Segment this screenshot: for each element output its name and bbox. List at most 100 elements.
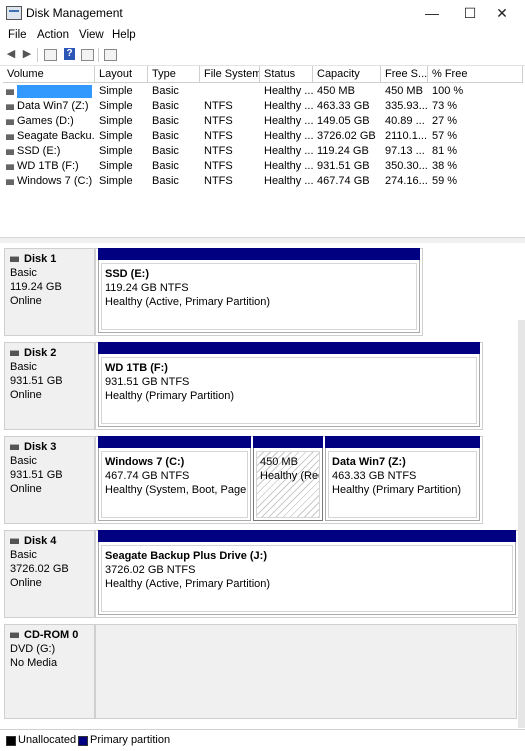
close-button[interactable]: ✕ <box>479 0 525 26</box>
disk-1-info[interactable]: Disk 1 Basic 119.24 GB Online <box>4 248 95 336</box>
volume-name: Games (D:) <box>17 115 74 127</box>
disk-management-app-icon <box>6 6 22 20</box>
menu-view[interactable]: View <box>79 29 104 41</box>
primary-partition-bar <box>98 342 480 354</box>
column-header-capacity[interactable]: Capacity <box>313 66 381 83</box>
volume-layout: Simple <box>99 145 133 157</box>
menu-file[interactable]: File <box>8 29 27 41</box>
partition-title: WD 1TB (F:) <box>105 362 168 374</box>
table-row[interactable]: WD 1TB (F:) Simple Basic NTFS Healthy ..… <box>3 159 525 174</box>
volume-file-system: NTFS <box>204 175 233 187</box>
vertical-scrollbar[interactable] <box>518 320 525 728</box>
volume-percent-free: 38 % <box>432 160 458 172</box>
partition-status: Healthy (Primary Partition) <box>332 484 461 496</box>
table-row[interactable]: Windows 7 (C:) Simple Basic NTFS Healthy… <box>3 174 525 189</box>
disk-4-info[interactable]: Disk 4 Basic 3726.02 GB Online <box>4 530 95 618</box>
disk-graphical-view: Disk 1 Basic 119.24 GB Online SSD (E:) 1… <box>0 243 525 728</box>
table-row[interactable]: SSD (E:) Simple Basic NTFS Healthy ... 1… <box>3 144 525 159</box>
primary-partition-swatch <box>78 736 88 746</box>
volume-file-system: NTFS <box>204 100 233 112</box>
volume-percent-free: 81 % <box>432 145 458 157</box>
partition-seagate-backup[interactable]: Seagate Backup Plus Drive (J:) 3726.02 G… <box>98 530 516 615</box>
volume-status: Healthy ... <box>264 175 313 187</box>
volume-layout: Simple <box>99 85 133 97</box>
table-row[interactable]: Games (D:) Simple Basic NTFS Healthy ...… <box>3 114 525 129</box>
disk-type: Basic <box>10 361 37 373</box>
column-header-percent-free[interactable]: % Free <box>428 66 523 83</box>
properties-icon[interactable] <box>81 49 94 61</box>
disk-name: CD-ROM 0 <box>10 628 89 642</box>
column-header-free-space[interactable]: Free S... <box>381 66 428 83</box>
disk-name-label: Disk 4 <box>24 535 57 547</box>
disk-name-label: CD-ROM 0 <box>24 629 79 641</box>
volume-capacity: 119.24 GB <box>317 145 369 157</box>
column-header-volume[interactable]: Volume <box>3 66 95 83</box>
title-bar: Disk Management — ☐ ✕ <box>0 0 525 26</box>
disk-name: Disk 4 <box>10 534 89 548</box>
disk-2-info[interactable]: Disk 2 Basic 931.51 GB Online <box>4 342 95 430</box>
volume-percent-free: 57 % <box>432 130 458 142</box>
volume-status: Healthy ... <box>264 160 313 172</box>
partition-windows-7[interactable]: Windows 7 (C:) 467.74 GB NTFS Healthy (S… <box>98 436 251 521</box>
column-header-status[interactable]: Status <box>260 66 313 83</box>
volume-file-system: NTFS <box>204 115 233 127</box>
forward-arrow-icon[interactable]: ▶ <box>20 48 34 61</box>
console-tree-icon[interactable] <box>44 49 57 61</box>
primary-partition-bar <box>98 530 516 542</box>
help-icon[interactable]: ? <box>64 48 75 60</box>
volume-layout: Simple <box>99 160 133 172</box>
table-row[interactable]: Simple Basic Healthy ... 450 MB 450 MB 1… <box>3 84 525 99</box>
volume-type: Basic <box>152 175 179 187</box>
show-hide-icon[interactable] <box>104 49 117 61</box>
cdrom-0-info[interactable]: CD-ROM 0 DVD (G:) No Media <box>4 624 95 719</box>
volume-layout: Simple <box>99 115 133 127</box>
volume-capacity: 149.05 GB <box>317 115 370 127</box>
column-header-file-system[interactable]: File System <box>200 66 260 83</box>
cdrom-0-area <box>95 624 517 719</box>
volume-free-space: 274.16... <box>385 175 428 187</box>
menu-bar: File Action View Help <box>0 27 525 45</box>
volume-free-space: 40.89 ... <box>385 115 425 127</box>
volume-status: Healthy ... <box>264 130 313 142</box>
partition-ssd[interactable]: SSD (E:) 119.24 GB NTFS Healthy (Active,… <box>98 248 420 333</box>
legend-bar: Unallocated Primary partition <box>0 729 525 751</box>
volume-layout: Simple <box>99 130 133 142</box>
partition-size: 119.24 GB NTFS <box>105 282 189 294</box>
table-row[interactable]: Data Win7 (Z:) Simple Basic NTFS Healthy… <box>3 99 525 114</box>
partition-status: Healthy (Primary Partition) <box>105 390 234 402</box>
menu-help[interactable]: Help <box>112 29 136 41</box>
disk-name-label: Disk 2 <box>24 347 57 359</box>
volume-layout: Simple <box>99 175 133 187</box>
partition-title: Windows 7 (C:) <box>105 456 185 468</box>
back-arrow-icon[interactable]: ◀ <box>4 48 18 61</box>
partition-recovery-selected[interactable]: 450 MB Healthy (Rec <box>253 436 323 521</box>
partition-data-win7[interactable]: Data Win7 (Z:) 463.33 GB NTFS Healthy (P… <box>325 436 480 521</box>
volume-percent-free: 27 % <box>432 115 458 127</box>
disk-size: 119.24 GB <box>10 281 62 293</box>
disk-icon <box>10 444 19 450</box>
volume-list: Volume Layout Type File System Status Ca… <box>3 66 525 236</box>
primary-partition-bar <box>325 436 480 448</box>
partition-size: 3726.02 GB NTFS <box>105 564 196 576</box>
disk-3-info[interactable]: Disk 3 Basic 931.51 GB Online <box>4 436 95 524</box>
drive-letter: DVD (G:) <box>10 643 56 655</box>
volume-free-space: 350.30... <box>385 160 428 172</box>
window-title: Disk Management <box>26 6 123 20</box>
volume-type: Basic <box>152 115 179 127</box>
table-row[interactable]: Seagate Backu... Simple Basic NTFS Healt… <box>3 129 525 144</box>
disk-size: 3726.02 GB <box>10 563 69 575</box>
partition-title: Data Win7 (Z:) <box>332 456 406 468</box>
partition-title: Seagate Backup Plus Drive (J:) <box>105 550 268 562</box>
column-header-type[interactable]: Type <box>148 66 200 83</box>
volume-type: Basic <box>152 160 179 172</box>
toolbar-separator <box>37 48 38 62</box>
disk-name-label: Disk 1 <box>24 253 57 265</box>
menu-action[interactable]: Action <box>37 29 69 41</box>
volume-file-system <box>200 84 260 99</box>
partition-body: Seagate Backup Plus Drive (J:) 3726.02 G… <box>101 545 513 612</box>
volume-percent-free: 73 % <box>432 100 458 112</box>
partition-wd-1tb[interactable]: WD 1TB (F:) 931.51 GB NTFS Healthy (Prim… <box>98 342 480 427</box>
toolbar-separator <box>98 48 99 62</box>
column-header-layout[interactable]: Layout <box>95 66 148 83</box>
volume-capacity: 450 MB <box>317 85 355 97</box>
